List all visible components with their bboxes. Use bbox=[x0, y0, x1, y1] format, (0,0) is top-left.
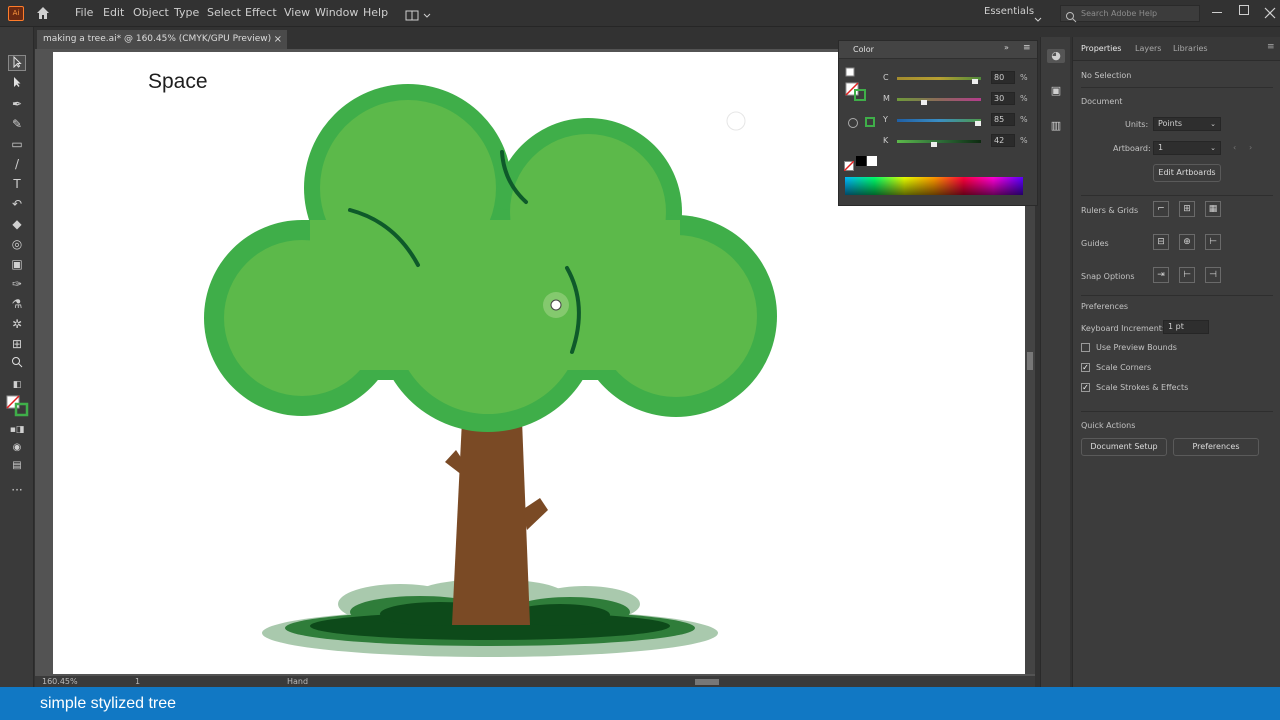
rulers-icon[interactable]: ⌐ bbox=[1153, 201, 1169, 217]
chevron-down-icon: ⌄ bbox=[1210, 144, 1216, 152]
panel-menu-icon[interactable]: ≡ bbox=[1023, 43, 1031, 53]
artboard-dropdown[interactable]: 1 ⌄ bbox=[1153, 141, 1221, 155]
snap-to-point-icon[interactable]: ⇥ bbox=[1153, 267, 1169, 283]
scale-strokes-label: Scale Strokes & Effects bbox=[1096, 383, 1189, 392]
color-panel-dock-icon[interactable]: ◕ bbox=[1047, 49, 1065, 63]
tab-layers[interactable]: Layers bbox=[1135, 44, 1161, 53]
channel-k-percent: % bbox=[1020, 136, 1028, 145]
gamut-swatch[interactable] bbox=[865, 117, 875, 127]
panel-collapse-icon[interactable]: » bbox=[1004, 43, 1009, 52]
rulers-grids-label: Rulers & Grids bbox=[1081, 206, 1139, 215]
zoom-level[interactable]: 160.45% bbox=[42, 677, 78, 686]
channel-y-percent: % bbox=[1020, 115, 1028, 124]
grid-icon[interactable]: ⊞ bbox=[1179, 201, 1195, 217]
lock-guides-icon[interactable]: ⊕ bbox=[1179, 234, 1195, 250]
selection-status: No Selection bbox=[1081, 71, 1132, 80]
quick-actions-title: Quick Actions bbox=[1081, 421, 1136, 430]
snap-options-label: Snap Options bbox=[1081, 272, 1135, 281]
properties-tabs: Properties Layers Libraries ≡ bbox=[1073, 37, 1280, 61]
document-setup-button[interactable]: Document Setup bbox=[1081, 438, 1167, 456]
use-preview-bounds-checkbox[interactable] bbox=[1081, 343, 1090, 352]
divider bbox=[1081, 195, 1273, 196]
units-label: Units: bbox=[1125, 120, 1149, 129]
snap-to-glyph-icon[interactable]: ⊣ bbox=[1205, 267, 1221, 283]
color-panel-title[interactable]: Color bbox=[853, 45, 874, 54]
color-panel: Color » ≡ C 80 % M 30 % Y 85 % K 42 % bbox=[838, 40, 1038, 206]
channel-k-value[interactable]: 42 bbox=[991, 134, 1015, 147]
channel-c-percent: % bbox=[1020, 73, 1028, 82]
units-value: Points bbox=[1158, 119, 1183, 128]
artboard-navigator[interactable]: 1 bbox=[135, 677, 140, 686]
artboards-panel-icon[interactable]: ▥ bbox=[1047, 119, 1065, 133]
previous-artboard-icon[interactable]: ‹ bbox=[1233, 143, 1236, 152]
tree-canopy[interactable] bbox=[204, 84, 777, 432]
channel-y-label: Y bbox=[883, 115, 888, 124]
slider-thumb[interactable] bbox=[931, 142, 937, 147]
caption-text: simple stylized tree bbox=[40, 695, 177, 712]
canvas-marker bbox=[726, 111, 746, 131]
black-swatch[interactable] bbox=[856, 156, 866, 166]
next-artboard-icon[interactable]: › bbox=[1249, 143, 1252, 152]
color-panel-header: Color » ≡ bbox=[839, 41, 1037, 59]
scale-corners-checkbox[interactable]: ✓ bbox=[1081, 363, 1090, 372]
channel-k-slider[interactable] bbox=[897, 140, 981, 143]
channel-k-label: K bbox=[883, 136, 889, 145]
artboard-value: 1 bbox=[1158, 143, 1164, 152]
keyboard-increment-label: Keyboard Increment: bbox=[1081, 324, 1165, 333]
image-panel-icon[interactable]: ▣ bbox=[1047, 84, 1065, 98]
chevron-down-icon: ⌄ bbox=[1210, 120, 1216, 128]
use-preview-bounds-label: Use Preview Bounds bbox=[1096, 343, 1177, 352]
none-swatch[interactable] bbox=[843, 156, 855, 172]
artboard-label: Artboard: bbox=[1113, 144, 1151, 153]
keyboard-increment-input[interactable]: 1 pt bbox=[1163, 320, 1209, 334]
channel-c-slider[interactable] bbox=[897, 77, 981, 80]
channel-m-slider[interactable] bbox=[897, 98, 981, 101]
divider bbox=[1081, 411, 1273, 412]
show-guides-icon[interactable]: ⊟ bbox=[1153, 234, 1169, 250]
guides-label: Guides bbox=[1081, 239, 1109, 248]
scale-strokes-checkbox[interactable]: ✓ bbox=[1081, 383, 1090, 392]
slider-thumb[interactable] bbox=[972, 79, 978, 84]
tab-libraries[interactable]: Libraries bbox=[1173, 44, 1208, 53]
fill-stroke-mini-swatch[interactable] bbox=[843, 65, 869, 105]
snap-to-pixel-icon[interactable]: ⊢ bbox=[1179, 267, 1195, 283]
scale-corners-label: Scale Corners bbox=[1096, 363, 1152, 372]
slider-thumb[interactable] bbox=[921, 100, 927, 105]
caption-bar: simple stylized tree bbox=[0, 687, 1280, 720]
channel-m-value[interactable]: 30 bbox=[991, 92, 1015, 105]
out-of-gamut-icon[interactable] bbox=[848, 118, 858, 128]
panel-menu-icon[interactable]: ≡ bbox=[1267, 42, 1275, 52]
units-dropdown[interactable]: Points ⌄ bbox=[1153, 117, 1221, 131]
document-section-title: Document bbox=[1081, 97, 1123, 106]
hand-cursor-icon bbox=[543, 292, 569, 318]
edit-artboards-button[interactable]: Edit Artboards bbox=[1153, 164, 1221, 182]
slider-thumb[interactable] bbox=[975, 121, 981, 126]
channel-y-value[interactable]: 85 bbox=[991, 113, 1015, 126]
panel-dock: ◕ ▣ ▥ bbox=[1040, 37, 1070, 687]
keyboard-increment-value: 1 pt bbox=[1168, 322, 1184, 331]
white-swatch[interactable] bbox=[867, 156, 877, 166]
channel-m-percent: % bbox=[1020, 94, 1028, 103]
properties-panel: Properties Layers Libraries ≡ No Selecti… bbox=[1072, 37, 1280, 687]
channel-y-slider[interactable] bbox=[897, 119, 981, 122]
transparency-grid-icon[interactable]: ▦ bbox=[1205, 201, 1221, 217]
tab-properties[interactable]: Properties bbox=[1081, 44, 1121, 53]
smart-guides-icon[interactable]: ⊢ bbox=[1205, 234, 1221, 250]
divider bbox=[1081, 87, 1273, 88]
preferences-button[interactable]: Preferences bbox=[1173, 438, 1259, 456]
preferences-section-title: Preferences bbox=[1081, 302, 1129, 311]
status-tool[interactable]: Hand bbox=[287, 677, 308, 686]
horizontal-scroll-thumb[interactable] bbox=[695, 679, 719, 685]
channel-m-label: M bbox=[883, 94, 890, 103]
divider bbox=[1081, 295, 1273, 296]
color-spectrum[interactable] bbox=[845, 177, 1023, 195]
channel-c-value[interactable]: 80 bbox=[991, 71, 1015, 84]
scroll-thumb[interactable] bbox=[1027, 352, 1033, 370]
channel-c-label: C bbox=[883, 73, 889, 82]
